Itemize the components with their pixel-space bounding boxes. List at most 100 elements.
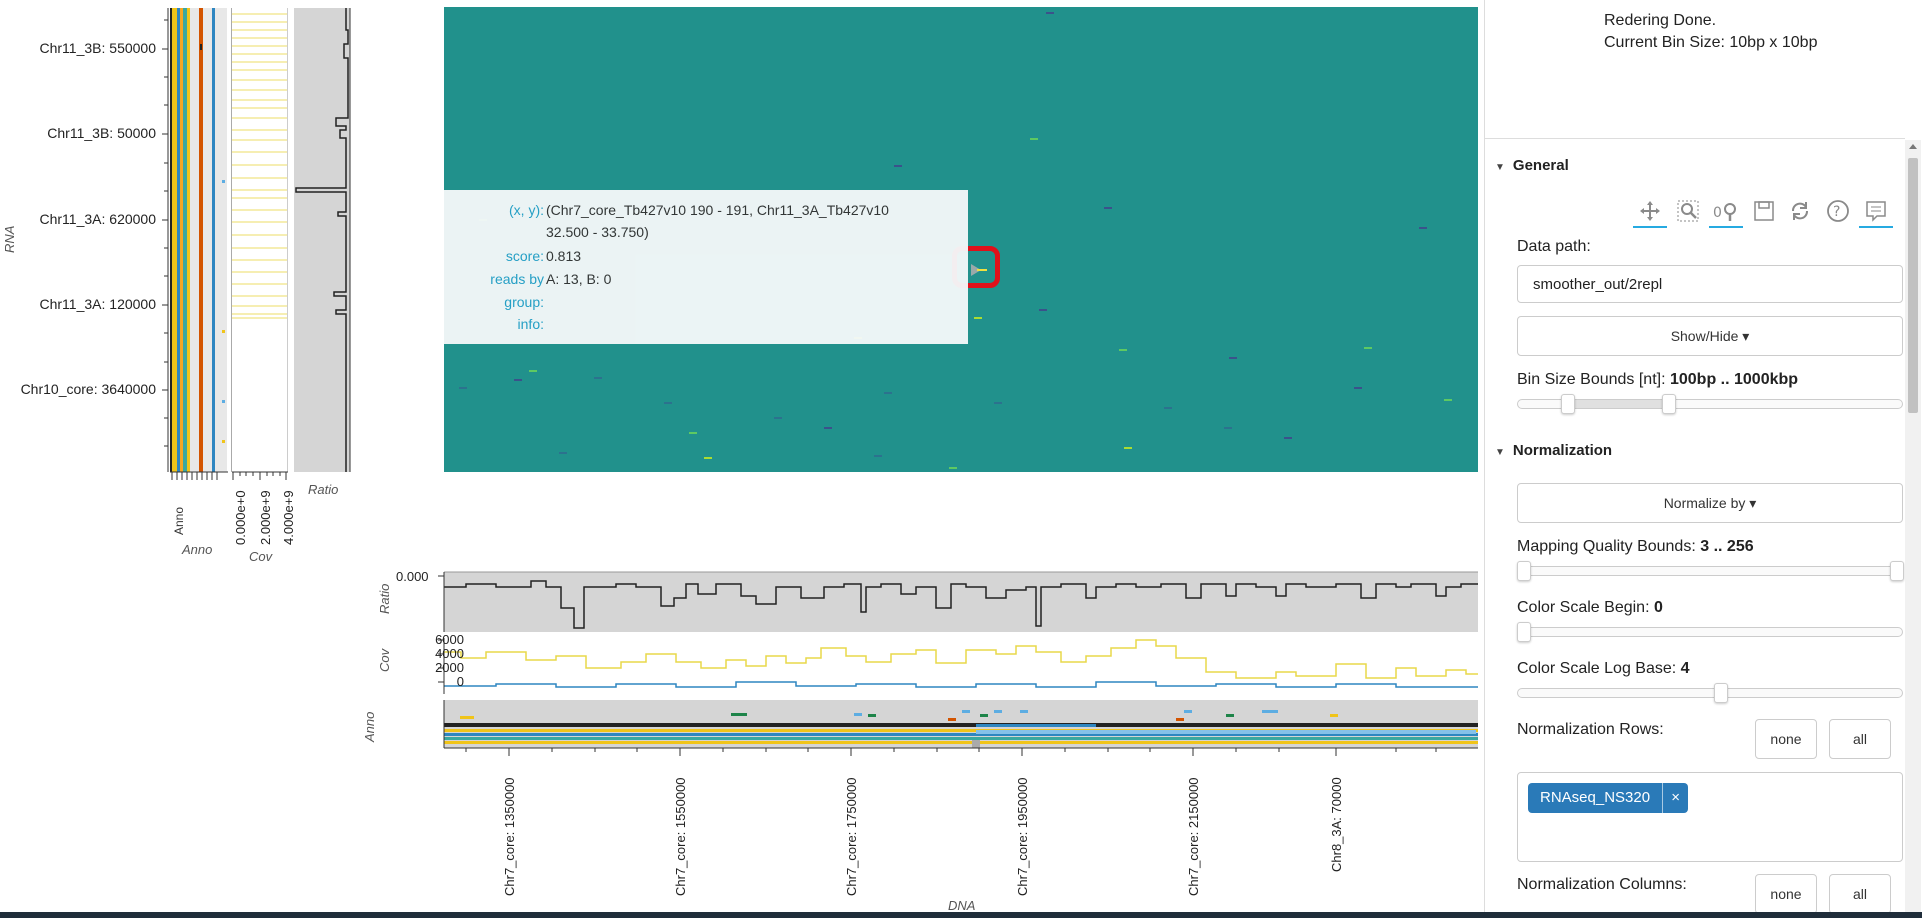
dna-tick-label: Chr8_3A: 70000 — [1329, 777, 1344, 872]
tooltip-key-group: group: — [504, 294, 544, 310]
norm-cols-none-button[interactable]: none — [1755, 874, 1817, 914]
bin-size-bounds-value: 100bp .. 1000kbp — [1669, 371, 1799, 388]
save-icon[interactable] — [1747, 196, 1781, 226]
tag-close-icon[interactable]: × — [1662, 783, 1680, 813]
caret-down-icon: ▾ — [1749, 495, 1757, 511]
general-section-title: General — [1512, 157, 1569, 174]
ratio-track-title: Ratio — [308, 482, 339, 497]
bin-size-slider-handle-min[interactable] — [1561, 394, 1575, 414]
anno-col-label: Anno — [172, 506, 186, 535]
mapq-bounds-value: 3 .. 256 — [1700, 538, 1754, 555]
reset-icon[interactable] — [1783, 196, 1817, 226]
dna-tick-label: Chr7_core: 2150000 — [1186, 777, 1201, 896]
rna-tick-label: Chr11_3A: 620000 — [39, 211, 157, 227]
normalize-by-label: Normalize by — [1663, 495, 1746, 511]
log-base-slider-handle[interactable] — [1714, 683, 1728, 703]
hover-icon[interactable] — [1859, 196, 1893, 228]
bin-size-bounds-text: Bin Size Bounds [nt]: — [1517, 371, 1666, 388]
cov-tick-label: 0.000e+0 — [233, 490, 248, 545]
svg-text:?: ? — [1833, 204, 1840, 220]
cov-tick-label: 4.000e+9 — [281, 490, 296, 545]
norm-rows-label: Normalization Rows: — [1517, 721, 1664, 738]
tooltip-val-xy: (Chr7_core_Tb427v10 190 - 191, Chr11_3A_… — [546, 202, 889, 218]
normalize-by-button[interactable]: Normalize by ▾ — [1517, 483, 1903, 523]
tooltip-key-xy: (x, y): — [509, 202, 544, 218]
svg-text:0: 0 — [1713, 205, 1722, 221]
mapq-slider-handle-min[interactable] — [1517, 561, 1531, 581]
general-section-header[interactable]: ▼ General — [1495, 157, 1569, 174]
settings-panel: Redering Done. Current Bin Size: 10bp x … — [1484, 0, 1922, 918]
norm-rows-multiselect[interactable]: RNAseq_NS320 × — [1517, 772, 1903, 862]
color-begin-text: Color Scale Begin: — [1517, 599, 1650, 616]
dna-tick-label: Chr7_core: 1550000 — [673, 777, 688, 896]
tooltip-val-reads: A: 13, B: 0 — [546, 271, 612, 287]
scrollbar-thumb[interactable] — [1908, 158, 1918, 413]
mapq-slider-handle-max[interactable] — [1890, 561, 1904, 581]
bin-size-slider-handle-max[interactable] — [1662, 394, 1676, 414]
bottom-ratio-tick: 0.000 — [396, 569, 429, 584]
data-path-input[interactable] — [1517, 265, 1903, 303]
normalization-section-header[interactable]: ▼ Normalization — [1495, 442, 1612, 459]
rna-tick-label: Chr11_3B: 550000 — [39, 40, 157, 56]
bin-size-slider[interactable] — [1517, 394, 1903, 414]
rna-tick-label: Chr10_core: 3640000 — [20, 381, 156, 397]
panel-scrollbar[interactable] — [1905, 140, 1921, 918]
dna-tick-label: Chr7_core: 1750000 — [844, 777, 859, 896]
dna-axis-title: DNA — [948, 898, 976, 913]
mapq-bounds-label: Mapping Quality Bounds: 3 .. 256 — [1517, 538, 1754, 556]
bottom-cov-tick: 2000 — [435, 660, 464, 675]
norm-rows-none-button[interactable]: none — [1755, 719, 1817, 759]
rna-tick-label: Chr11_3A: 120000 — [39, 296, 157, 312]
bottom-cov-tick: 0 — [456, 674, 464, 689]
mapq-bounds-text: Mapping Quality Bounds: — [1517, 538, 1696, 555]
wheel-zoom-icon[interactable]: 0 — [1709, 196, 1743, 228]
norm-cols-label: Normalization Columns: — [1517, 876, 1687, 893]
status-line-1: Redering Done. — [1604, 12, 1717, 29]
log-base-value: 4 — [1680, 660, 1690, 677]
log-base-label: Color Scale Log Base: 4 — [1517, 660, 1690, 678]
show-hide-button[interactable]: Show/Hide ▾ — [1517, 316, 1903, 356]
status-line-2: Current Bin Size: 10bp x 10bp — [1604, 34, 1818, 51]
color-begin-label: Color Scale Begin: 0 — [1517, 599, 1663, 617]
bin-size-bounds-label: Bin Size Bounds [nt]: 100bp .. 1000kbp — [1517, 371, 1798, 389]
anno-track-title: Anno — [182, 542, 213, 557]
color-begin-slider[interactable] — [1517, 622, 1903, 642]
norm-rows-all-button[interactable]: all — [1829, 719, 1891, 759]
caret-down-icon: ▾ — [1742, 328, 1750, 344]
collapse-triangle-icon: ▼ — [1495, 162, 1505, 173]
scroll-up-icon[interactable] — [1909, 144, 1917, 149]
bottom-cov-title: Cov — [377, 648, 392, 672]
tooltip-val-score: 0.813 — [546, 248, 582, 264]
bottom-cov-tick: 4000 — [435, 646, 464, 661]
color-begin-value: 0 — [1653, 599, 1663, 616]
tooltip-val-xy-cont: 32.500 - 33.750) — [546, 224, 649, 240]
show-hide-label: Show/Hide — [1670, 328, 1739, 344]
pan-icon[interactable] — [1633, 196, 1667, 228]
left-side-tracks — [162, 8, 351, 480]
log-base-text: Color Scale Log Base: — [1517, 660, 1677, 677]
cov-tick-label: 2.000e+9 — [258, 490, 273, 545]
status-text: Redering Done. Current Bin Size: 10bp x … — [1604, 10, 1817, 54]
help-icon[interactable]: ? — [1821, 196, 1855, 226]
data-path-label: Data path: — [1517, 238, 1591, 255]
collapse-triangle-icon: ▼ — [1495, 447, 1505, 458]
rna-tick-label: Chr11_3B: 50000 — [47, 125, 156, 141]
norm-cols-all-button[interactable]: all — [1829, 874, 1891, 914]
tooltip-key-reads: reads by — [490, 271, 544, 287]
normalization-section-title: Normalization — [1512, 442, 1613, 459]
taskbar-strip — [0, 912, 1922, 918]
mapq-slider[interactable] — [1517, 561, 1904, 581]
rna-axis-title: RNA — [2, 225, 17, 253]
hover-tooltip: (x, y): (Chr7_core_Tb427v10 190 - 191, C… — [444, 190, 968, 344]
bottom-tracks — [438, 571, 1478, 756]
box-zoom-icon[interactable] — [1671, 196, 1705, 226]
selected-tag-label: RNAseq_NS320 — [1540, 789, 1651, 806]
dna-tick-label: Chr7_core: 1350000 — [502, 777, 517, 896]
log-base-slider[interactable] — [1517, 683, 1903, 703]
bottom-anno-title: Anno — [362, 711, 377, 742]
color-begin-slider-handle[interactable] — [1517, 622, 1531, 642]
cov-track-title: Cov — [249, 549, 273, 564]
tooltip-key-score: score: — [505, 248, 544, 264]
dna-tick-label: Chr7_core: 1950000 — [1015, 777, 1030, 896]
bottom-ratio-title: Ratio — [377, 583, 392, 614]
